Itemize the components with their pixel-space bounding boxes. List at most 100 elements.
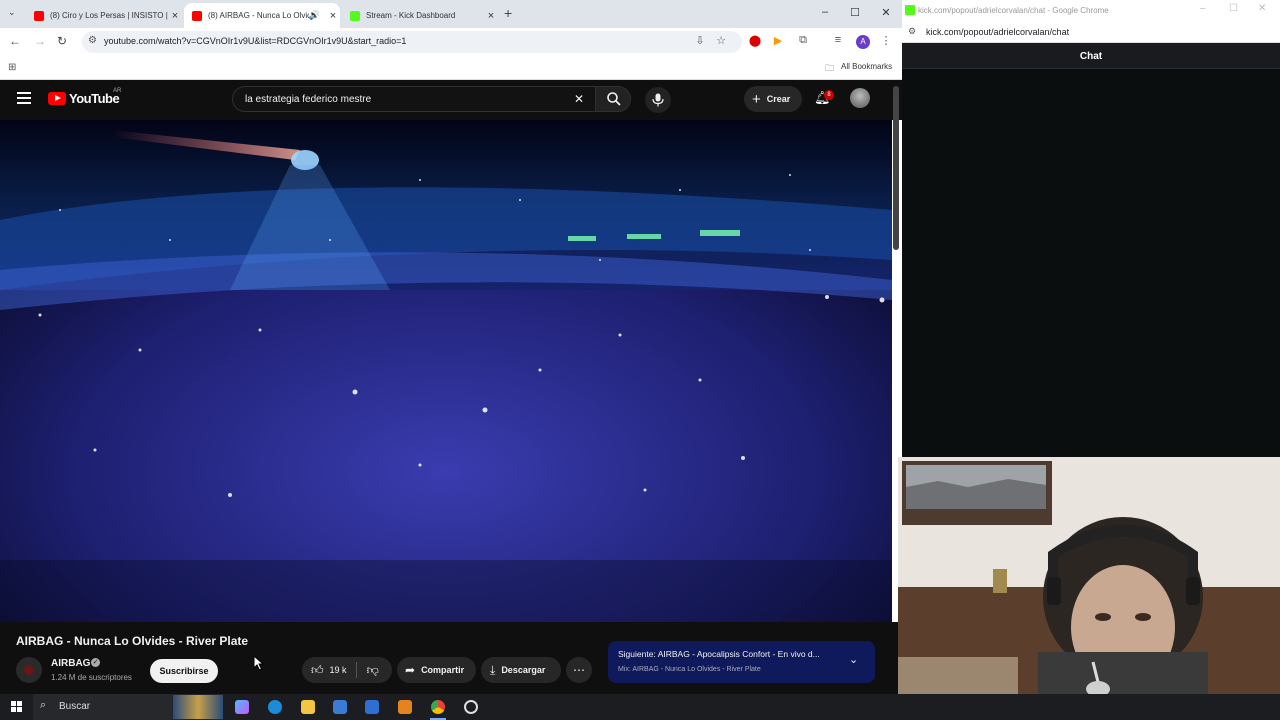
bookmarks-bar: ⊞ 🗀 All Bookmarks xyxy=(0,56,902,80)
webcam-feed-image xyxy=(898,457,1280,694)
expand-chevron-icon[interactable]: ⌄ xyxy=(849,653,858,666)
install-app-icon[interactable]: ⇩ xyxy=(692,34,708,47)
folder-icon: 🗀 xyxy=(825,63,835,73)
streaming-app-icon[interactable] xyxy=(398,700,412,714)
create-label: Crear xyxy=(766,94,791,104)
kick-favicon-icon xyxy=(905,5,915,15)
share-label: Compartir xyxy=(421,665,465,675)
media-controls-icon[interactable]: ≡ xyxy=(830,34,846,46)
apps-grid-icon[interactable]: ⊞ xyxy=(8,62,16,73)
audio-playing-icon[interactable]: 🔊 xyxy=(309,10,320,21)
chat-header: Chat xyxy=(902,43,1280,69)
tab-close-icon[interactable]: × xyxy=(168,10,182,22)
download-button[interactable]: ⤓ Descargar xyxy=(481,657,561,683)
tab-strip: ⌄ (8) Ciro y Los Persas | INSISTO | × (8… xyxy=(0,0,902,28)
maximize-icon[interactable]: ☐ xyxy=(845,6,865,19)
popout-title-bar: kick.com/popout/adrielcorvalan/chat - Go… xyxy=(902,0,1280,21)
reload-icon[interactable]: ↻ xyxy=(54,34,70,48)
minimize-icon[interactable]: – xyxy=(1200,3,1206,14)
next-video-card[interactable]: Siguiente: AIRBAG - Apocalipsis Confort … xyxy=(608,641,875,683)
file-explorer-icon[interactable] xyxy=(301,700,315,714)
chrome-taskbar-icon[interactable] xyxy=(431,700,445,714)
country-code: AR xyxy=(113,88,122,94)
youtube-logo-icon[interactable] xyxy=(48,92,66,105)
popout-window-title: kick.com/popout/adrielcorvalan/chat - Go… xyxy=(918,6,1109,15)
channel-avatar[interactable] xyxy=(16,657,42,683)
tab-title: (8) Ciro y Los Persas | INSISTO | xyxy=(50,11,168,20)
thumbs-down-icon[interactable]: 👎︎ xyxy=(367,663,379,678)
video-player[interactable] xyxy=(0,120,892,622)
voice-search-button[interactable] xyxy=(645,87,671,113)
account-avatar[interactable] xyxy=(850,88,870,108)
youtube-browser-window: ⌄ (8) Ciro y Los Persas | INSISTO | × (8… xyxy=(0,0,902,694)
search-input[interactable]: la estrategia federico mestre ✕ xyxy=(232,86,596,112)
subscribe-button[interactable]: Suscribirse xyxy=(150,659,218,683)
like-divider xyxy=(355,662,357,678)
mouse-cursor-icon xyxy=(253,655,265,671)
channel-name[interactable]: AIRBAG xyxy=(51,658,90,669)
like-count[interactable]: 19 k xyxy=(330,665,347,675)
airbag-logo-icon xyxy=(24,665,34,675)
close-window-icon[interactable]: ✕ xyxy=(876,6,896,19)
youtube-favicon-icon xyxy=(192,10,202,21)
tab-airbag[interactable]: (8) AIRBAG - Nunca Lo Olvides 🔊 × xyxy=(184,3,340,28)
thumbs-up-icon[interactable]: 👍︎ xyxy=(311,663,324,678)
tab-search-chevron-icon[interactable]: ⌄ xyxy=(8,7,16,18)
address-url: youtube.com/watch?v=CGVnOIr1v9U&list=RDC… xyxy=(104,36,407,46)
chrome-menu-icon[interactable]: ⋮ xyxy=(878,34,894,47)
tab-kick-dashboard[interactable]: Stream - Kick Dashboard × xyxy=(342,3,498,28)
kick-favicon-icon xyxy=(350,10,360,21)
back-icon[interactable]: ← xyxy=(7,34,23,48)
video-details: AIRBAG - Nunca Lo Olvides - River Plate … xyxy=(0,622,902,694)
tab-close-icon[interactable]: × xyxy=(326,10,340,22)
hamburger-menu-icon[interactable] xyxy=(17,92,31,104)
chat-title: Chat xyxy=(1079,51,1103,62)
new-tab-button[interactable]: + xyxy=(504,5,512,21)
taskbar-search-box[interactable]: ⌕ Buscar xyxy=(33,694,223,720)
next-video-title: Siguiente: AIRBAG - Apocalipsis Confort … xyxy=(618,649,820,659)
windows-start-icon[interactable] xyxy=(11,701,23,713)
obs-icon[interactable] xyxy=(464,700,478,714)
more-actions-icon[interactable]: ⋯ xyxy=(566,657,592,683)
youtube-favicon-icon xyxy=(34,10,44,21)
address-bar[interactable]: ⚙ youtube.com/watch?v=CGVnOIr1v9U&list=R… xyxy=(82,31,742,53)
notifications-badge: 8 xyxy=(824,90,834,100)
microsoft-store-icon[interactable] xyxy=(333,700,347,714)
outlook-icon[interactable] xyxy=(365,700,379,714)
concert-crowd-frame xyxy=(0,120,892,622)
chat-messages-area[interactable] xyxy=(902,69,1280,457)
play-extension-icon[interactable]: ▶ xyxy=(770,34,786,47)
search-button[interactable] xyxy=(595,86,631,112)
create-button[interactable]: + Crear xyxy=(744,86,802,112)
tab-close-icon[interactable]: × xyxy=(484,10,498,22)
plus-icon: + xyxy=(752,90,761,108)
popout-address-bar[interactable]: ⚙ kick.com/popout/adrielcorvalan/chat xyxy=(902,21,1280,43)
share-button[interactable]: ➦ Compartir xyxy=(397,657,476,683)
close-window-icon[interactable]: ✕ xyxy=(1258,3,1266,14)
copilot-icon[interactable] xyxy=(235,700,249,714)
popout-url: kick.com/popout/adrielcorvalan/chat xyxy=(926,27,1070,37)
minimize-icon[interactable]: – xyxy=(815,6,835,18)
bookmark-star-icon[interactable]: ☆ xyxy=(713,34,729,47)
search-highlight-image xyxy=(173,695,223,719)
site-info-icon[interactable]: ⚙ xyxy=(908,26,916,37)
tab-ciro-persas[interactable]: (8) Ciro y Los Persas | INSISTO | × xyxy=(26,3,182,28)
search-icon xyxy=(607,92,621,106)
maximize-icon[interactable]: ☐ xyxy=(1229,3,1238,14)
page-scrollbar[interactable] xyxy=(893,86,899,250)
site-info-icon[interactable]: ⚙ xyxy=(88,35,97,46)
clear-search-icon[interactable]: ✕ xyxy=(574,92,584,106)
stop-extension-icon[interactable]: ⬤ xyxy=(747,34,763,47)
video-title: AIRBAG - Nunca Lo Olvides - River Plate xyxy=(16,634,249,648)
profile-avatar[interactable]: A xyxy=(856,35,870,49)
all-bookmarks-link[interactable]: All Bookmarks xyxy=(841,62,892,71)
mix-title: Mix: AIRBAG - Nunca Lo Olvides - River P… xyxy=(618,666,761,673)
forward-icon[interactable]: → xyxy=(32,34,48,48)
like-dislike-group: 👍︎ 19 k 👎︎ xyxy=(302,657,392,683)
tab-title: Stream - Kick Dashboard xyxy=(366,11,456,20)
youtube-logo-text[interactable]: YouTube xyxy=(69,91,120,106)
search-query: la estrategia federico mestre xyxy=(245,94,372,105)
extensions-icon[interactable]: ⧉ xyxy=(795,34,811,47)
search-icon: ⌕ xyxy=(40,699,47,711)
edge-icon[interactable] xyxy=(268,700,282,714)
